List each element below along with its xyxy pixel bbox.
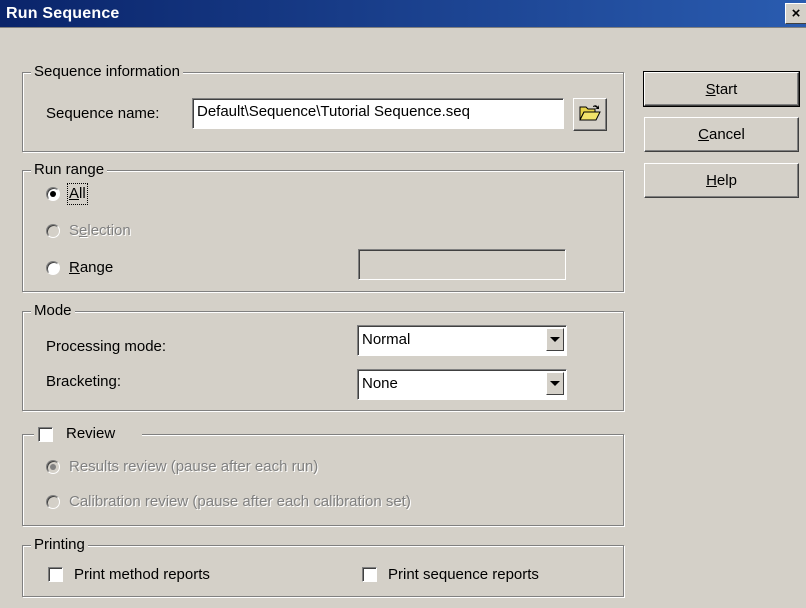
start-button-label: Start <box>705 80 738 98</box>
processing-mode-label: Processing mode: <box>46 338 167 355</box>
browse-sequence-button[interactable] <box>573 98 607 131</box>
review-checkbox[interactable] <box>38 427 53 442</box>
title-bar: Run Sequence <box>0 0 806 28</box>
sequence-name-label: Sequence name: <box>46 105 160 122</box>
bracketing-value: None <box>362 375 398 392</box>
range-input[interactable] <box>358 249 566 280</box>
radio-range[interactable] <box>46 261 60 275</box>
results-review-label: Results review (pause after each run) <box>69 458 319 475</box>
printing-title: Printing <box>31 536 88 554</box>
radio-all-dot <box>50 191 56 197</box>
run-range-title: Run range <box>31 161 108 179</box>
radio-all-label: All <box>67 183 88 205</box>
calibration-review-label: Calibration review (pause after each cal… <box>69 493 411 510</box>
mode-title: Mode <box>31 302 75 320</box>
bracketing-select[interactable]: None <box>357 369 567 400</box>
cancel-button-label: Cancel <box>698 126 745 143</box>
processing-mode-value: Normal <box>362 331 411 348</box>
chevron-down-icon <box>550 337 560 342</box>
radio-results-review-dot <box>50 464 56 470</box>
sequence-information-title: Sequence information <box>31 63 183 81</box>
bracketing-label: Bracketing: <box>46 373 122 390</box>
sequence-name-input[interactable]: Default\Sequence\Tutorial Sequence.seq <box>192 98 564 129</box>
radio-all[interactable] <box>46 187 60 201</box>
start-button[interactable]: Start <box>643 71 800 107</box>
processing-mode-select[interactable]: Normal <box>357 325 567 356</box>
print-sequence-reports-label: Print sequence reports <box>388 566 539 583</box>
print-method-reports-label: Print method reports <box>74 566 210 583</box>
print-sequence-reports-checkbox[interactable] <box>362 567 377 582</box>
cancel-button[interactable]: Cancel <box>644 117 799 152</box>
radio-calibration-review[interactable] <box>46 495 60 509</box>
print-method-reports-checkbox[interactable] <box>48 567 63 582</box>
close-icon: × <box>791 5 801 22</box>
window-title: Run Sequence <box>6 5 120 22</box>
processing-mode-dropdown-button[interactable] <box>546 328 564 351</box>
review-group <box>22 434 624 526</box>
chevron-down-icon <box>550 381 560 386</box>
radio-range-label: Range <box>69 259 114 276</box>
bracketing-dropdown-button[interactable] <box>546 372 564 395</box>
radio-results-review[interactable] <box>46 460 60 474</box>
radio-selection-label: Selection <box>69 222 131 239</box>
help-button[interactable]: Help <box>644 163 799 198</box>
close-button[interactable]: × <box>785 3 806 24</box>
review-title: Review <box>66 425 116 442</box>
radio-selection[interactable] <box>46 224 60 238</box>
folder-open-icon <box>579 104 601 126</box>
help-button-label: Help <box>706 172 737 189</box>
